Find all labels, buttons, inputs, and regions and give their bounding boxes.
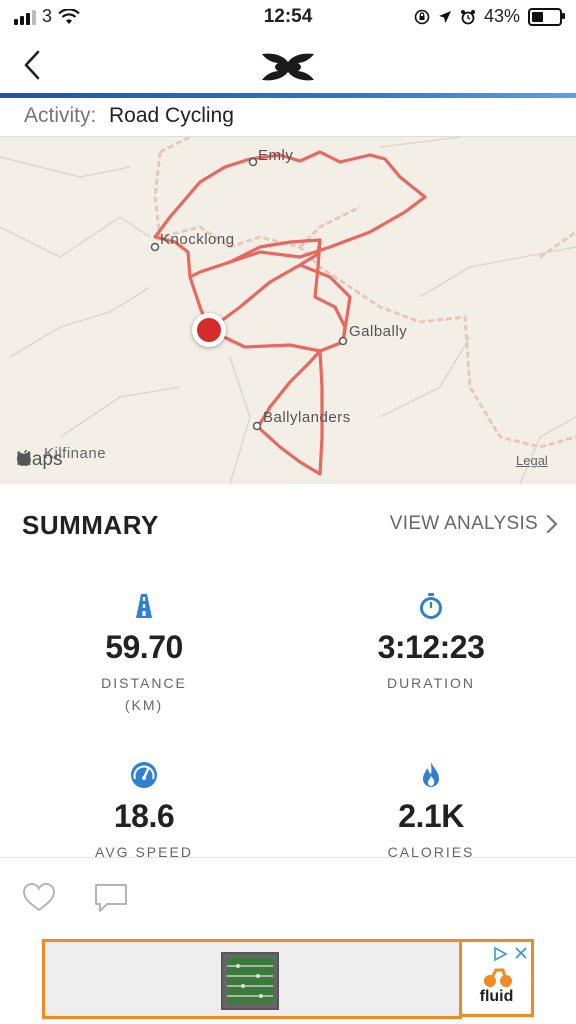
route-map[interactable]: Emly Knocklong Galbally Ballylanders Kil… (0, 137, 576, 484)
comment-icon[interactable] (93, 880, 129, 916)
under-armour-logo (262, 53, 314, 81)
ad-creative[interactable] (42, 939, 462, 1019)
battery-percent: 43% (483, 6, 520, 26)
apple-icon (17, 449, 31, 466)
map-label-ballylanders: Ballylanders (263, 409, 351, 426)
summary-title: SUMMARY (22, 510, 159, 540)
stat-duration: 3:12:23 DURATION (331, 592, 531, 694)
stat-distance: 59.70 DISTANCE (KM) (44, 592, 244, 716)
foosball-table-image (221, 952, 279, 1010)
activity-label: Activity: (24, 104, 97, 127)
foosball-illustration (227, 958, 273, 1004)
actions-divider (0, 857, 576, 858)
distance-label: DISTANCE (101, 675, 187, 691)
stat-avg-speed: 18.6 AVG SPEED (44, 761, 244, 863)
battery-fill (532, 11, 544, 22)
fluid-logo-icon (484, 968, 512, 987)
calories-value: 2.1K (398, 798, 464, 834)
orientation-lock-icon (414, 9, 430, 24)
heart-icon[interactable] (21, 880, 57, 916)
map-label-emly: Emly (258, 147, 294, 164)
distance-unit: (KM) (124, 697, 164, 713)
activity-type-row: Activity: Road Cycling (0, 98, 576, 137)
chevron-left-icon[interactable] (16, 48, 50, 82)
status-right: 43% (414, 6, 565, 27)
avg-speed-label: AVG SPEED (95, 844, 193, 860)
map-label-galbally: Galbally (349, 323, 408, 340)
alarm-icon (460, 9, 475, 24)
chevron-right-icon (546, 514, 558, 534)
speedometer-icon (131, 762, 157, 788)
adchoices-icon[interactable] (492, 946, 508, 962)
avg-speed-value: 18.6 (113, 798, 175, 834)
map-label-knocklong: Knocklong (160, 231, 235, 248)
view-analysis-label: VIEW ANALYSIS (389, 513, 538, 534)
apple-maps-brand: Maps (16, 449, 62, 471)
duration-label: DURATION (386, 675, 476, 691)
status-bar: 3 12:54 43% (0, 0, 576, 34)
road-icon (136, 594, 152, 618)
stopwatch-icon (420, 593, 442, 619)
location-icon (438, 10, 451, 23)
ad-banner[interactable]: fluid (42, 939, 534, 1019)
ad-side-panel[interactable]: fluid (459, 939, 534, 1017)
nav-bar (0, 36, 576, 94)
duration-value: 3:12:23 (377, 629, 485, 665)
map-canvas (0, 137, 576, 484)
map-legal-link[interactable]: Legal (516, 453, 548, 468)
ad-brand-name: fluid (479, 988, 514, 1005)
route-start-marker[interactable] (192, 313, 226, 347)
view-analysis-button[interactable]: VIEW ANALYSIS (390, 513, 558, 535)
close-icon[interactable] (514, 946, 528, 960)
flame-icon (423, 762, 439, 787)
activity-value: Road Cycling (109, 104, 234, 127)
stat-calories: 2.1K CALORIES (331, 761, 531, 863)
battery-icon (528, 7, 565, 26)
calories-label: CALORIES (387, 844, 475, 860)
distance-value: 59.70 (105, 629, 183, 665)
